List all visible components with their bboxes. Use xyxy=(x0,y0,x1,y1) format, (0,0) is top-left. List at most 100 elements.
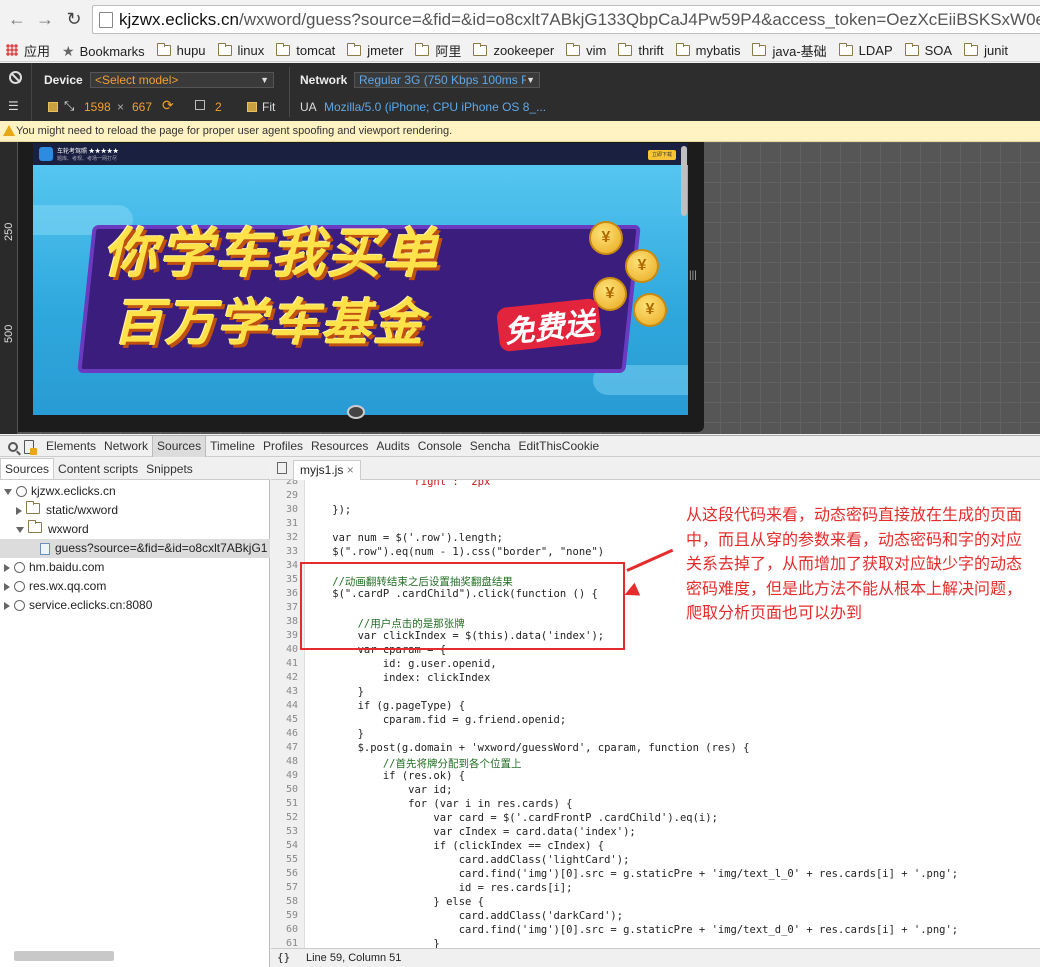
code-line: index: clickIndex xyxy=(307,672,491,684)
device-select-value: <Select model> xyxy=(95,73,179,87)
expand-icon[interactable] xyxy=(16,526,24,533)
dpr-value[interactable]: 2 xyxy=(215,100,222,114)
network-select[interactable]: Regular 3G (750 Kbps 100ms F ▼ xyxy=(354,72,540,88)
device-mode-icon[interactable] xyxy=(24,439,37,455)
bookmark-item[interactable]: 应用 xyxy=(0,38,56,61)
bookmark-label: zookeeper xyxy=(493,43,555,58)
download-button[interactable]: 立即下载 xyxy=(648,150,676,160)
back-button[interactable]: ← xyxy=(6,8,28,30)
app-download-banner[interactable]: 车轮考驾照 ★★★★★ 题库、考规、考场一网打尽 立即下载 xyxy=(33,143,688,165)
swap-dimensions-icon[interactable]: ⟳ xyxy=(162,97,174,114)
folder-icon xyxy=(276,43,291,56)
toggle-navigator-icon[interactable] xyxy=(277,462,287,474)
devtools-tab-audits[interactable]: Audits xyxy=(372,436,413,457)
bookmark-item[interactable]: tomcat xyxy=(270,39,341,62)
navigator-tab[interactable]: Sources xyxy=(0,458,55,479)
expand-icon[interactable] xyxy=(4,488,12,495)
dimensions-checkbox[interactable] xyxy=(48,102,58,112)
tree-item[interactable]: wxword xyxy=(16,520,89,539)
bookmark-label: 应用 xyxy=(24,43,51,59)
code-line: } else { xyxy=(307,896,485,908)
code-line: } xyxy=(307,938,440,948)
line-number: 28 xyxy=(285,480,298,487)
pretty-print-button[interactable]: {} xyxy=(277,949,290,967)
code-line: var card = $('.cardFrontP .cardChild').e… xyxy=(307,812,718,824)
height-value[interactable]: 667 xyxy=(132,100,152,114)
disable-icon[interactable] xyxy=(9,71,22,84)
code-line: if (g.pageType) { xyxy=(307,700,466,712)
bookmark-item[interactable]: mybatis xyxy=(670,39,747,62)
line-number: 34 xyxy=(285,560,298,571)
tree-item[interactable]: res.wx.qq.com xyxy=(4,577,106,596)
vertical-ruler: 250 500 xyxy=(0,142,18,434)
line-gutter: 28 29 30 31 32 33 34 35 36 37 38 39 40 41 42 43 44 45 46 47… xyxy=(271,480,305,948)
navigator-tab[interactable]: Content scripts xyxy=(54,459,142,480)
navigator-tab[interactable]: Snippets xyxy=(142,459,197,480)
bookmark-label: LDAP xyxy=(858,43,893,58)
bookmark-label: Bookmarks xyxy=(79,44,145,59)
line-number: 39 xyxy=(285,630,298,641)
bookmark-item[interactable]: vim xyxy=(560,39,612,62)
collapse-icon[interactable] xyxy=(4,582,10,591)
line-number: 35 xyxy=(285,574,298,585)
devtools-tab-sencha[interactable]: Sencha xyxy=(466,436,515,457)
close-icon[interactable]: × xyxy=(347,463,354,477)
globe-icon xyxy=(16,486,27,498)
collapse-icon[interactable] xyxy=(4,601,10,610)
page-scrollbar[interactable] xyxy=(681,146,687,216)
tree-item[interactable]: service.eclicks.cn:8080 xyxy=(4,596,152,615)
collapse-icon[interactable] xyxy=(16,506,22,515)
bookmark-label: SOA xyxy=(924,43,953,58)
devtools-tab-sources[interactable]: Sources xyxy=(152,436,207,457)
bookmark-item[interactable]: LDAP xyxy=(833,39,899,62)
bookmark-label: thrift xyxy=(638,43,664,58)
emulated-page[interactable]: 车轮考驾照 ★★★★★ 题库、考规、考场一网打尽 立即下载 ¥ ¥ ¥ ¥ 你学… xyxy=(33,143,688,415)
devtools-tab-editthiscookie[interactable]: EditThisCookie xyxy=(514,436,603,457)
bookmark-item[interactable]: linux xyxy=(212,39,271,62)
file-tab[interactable]: myjs1.js × xyxy=(293,460,361,480)
reload-button[interactable]: ↻ xyxy=(63,8,85,30)
menu-lines-icon[interactable]: ☰ xyxy=(8,99,19,113)
bookmark-item[interactable]: junit xyxy=(958,39,1014,62)
line-number: 41 xyxy=(285,658,298,669)
bookmark-item[interactable]: java-基础 xyxy=(746,39,832,62)
bookmark-item[interactable]: zookeeper xyxy=(467,39,560,62)
folder-icon xyxy=(752,43,767,56)
devtools-tab-profiles[interactable]: Profiles xyxy=(259,436,307,457)
tree-item[interactable]: static/wxword xyxy=(16,501,118,520)
tree-item[interactable]: hm.baidu.com xyxy=(4,558,104,577)
devtools-tab-timeline[interactable]: Timeline xyxy=(206,436,259,457)
cursor-position: Line 59, Column 51 xyxy=(306,952,402,964)
search-icon[interactable] xyxy=(8,441,18,452)
width-value[interactable]: 1598 xyxy=(84,100,111,114)
devtools-tab-elements[interactable]: Elements xyxy=(42,436,100,457)
tree-item[interactable]: kjzwx.eclicks.cn xyxy=(4,482,116,501)
highlight-box xyxy=(300,562,625,650)
tree-item[interactable]: guess?source=&fid=&id=o8cxlt7ABkjG1 xyxy=(40,539,267,558)
bookmark-item[interactable]: SOA xyxy=(899,39,958,62)
ruler-label: 500 xyxy=(3,324,15,343)
globe-icon xyxy=(14,581,25,593)
bookmark-item[interactable]: ★ Bookmarks xyxy=(56,40,151,62)
bookmark-item[interactable]: thrift xyxy=(612,39,669,62)
coin-icon: ¥ xyxy=(589,221,623,255)
file-icon xyxy=(40,542,50,555)
resize-handle[interactable]: ||| xyxy=(689,270,699,286)
folder-icon xyxy=(904,43,919,56)
ua-value[interactable]: Mozilla/5.0 (iPhone; CPU iPhone OS 8_... xyxy=(324,100,546,114)
bookmark-item[interactable]: 阿里 xyxy=(409,39,467,62)
horizontal-scrollbar[interactable] xyxy=(14,951,114,961)
devtools-tab-network[interactable]: Network xyxy=(100,436,152,457)
fit-checkbox[interactable] xyxy=(247,102,257,112)
bookmark-item[interactable]: jmeter xyxy=(341,39,409,62)
url-bar[interactable]: kjzwx.eclicks.cn/wxword/guess?source=&fi… xyxy=(92,5,1040,34)
line-number: 45 xyxy=(285,714,298,725)
bookmark-item[interactable]: hupu xyxy=(151,39,212,62)
line-number: 32 xyxy=(285,532,298,543)
forward-button[interactable]: → xyxy=(34,8,56,30)
collapse-icon[interactable] xyxy=(4,563,10,572)
devtools-tab-resources[interactable]: Resources xyxy=(307,436,372,457)
device-select[interactable]: <Select model> ▼ xyxy=(90,72,274,88)
devtools-tab-console[interactable]: Console xyxy=(414,436,466,457)
line-number: 57 xyxy=(285,882,298,893)
